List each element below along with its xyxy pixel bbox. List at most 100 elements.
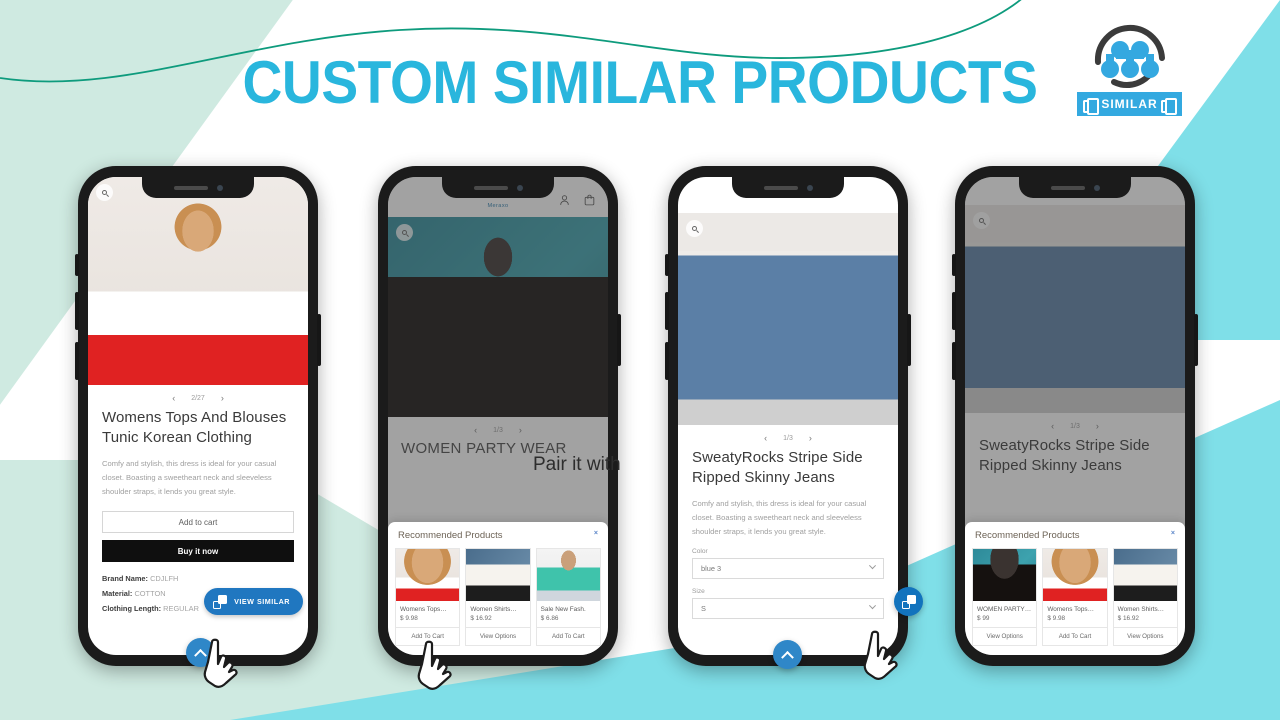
add-to-cart-button[interactable]: Add to cart xyxy=(102,511,294,534)
recommended-products-panel: Recommended Products × Womens Tops… $ 9.… xyxy=(388,522,608,655)
product-image[interactable] xyxy=(88,177,308,385)
size-select[interactable]: S xyxy=(692,598,884,620)
product-price: $ 16.92 xyxy=(470,615,492,622)
phone-power-button[interactable] xyxy=(907,314,911,366)
phone-mute-switch[interactable] xyxy=(665,254,669,276)
pager-next-arrow[interactable]: › xyxy=(221,393,224,403)
pager-prev-arrow[interactable]: ‹ xyxy=(474,425,477,435)
front-camera xyxy=(806,184,813,191)
app-logo: SIMILAR xyxy=(1077,18,1182,116)
product-action-button[interactable]: View Options xyxy=(973,627,1037,645)
product-action-button[interactable]: Add To Cart xyxy=(536,627,600,645)
phone-notch xyxy=(732,177,844,198)
pager-next-arrow[interactable]: › xyxy=(1096,421,1099,431)
pair-it-with-callout: Pair it with xyxy=(533,454,621,475)
product-thumbnail[interactable] xyxy=(973,549,1037,601)
product-image[interactable] xyxy=(965,205,1185,413)
meta-label: Material: xyxy=(102,589,133,599)
product-price: $ 9.98 xyxy=(400,615,418,622)
product-action-button[interactable]: View Options xyxy=(466,627,530,645)
recommended-grid: WOMEN PARTY… $ 99 View Options Womens To… xyxy=(972,548,1178,646)
product-action-button[interactable]: Add To Cart xyxy=(1043,627,1107,645)
pager-count: 1/3 xyxy=(783,434,793,442)
zoom-icon[interactable] xyxy=(96,184,113,201)
product-name: Womens Tops… xyxy=(1047,606,1094,613)
phone-notch xyxy=(142,177,254,198)
chevron-down-icon xyxy=(868,602,877,610)
recommended-card[interactable]: Women Shirts… $ 16.92 View Options xyxy=(1112,548,1178,646)
pager-prev-arrow[interactable]: ‹ xyxy=(172,393,175,403)
phone-2: Meraxo ‹ 1/3 › WOMEN PARTY WEAR Recommen… xyxy=(378,166,621,666)
similar-badge-label: SIMILAR xyxy=(1101,97,1158,111)
phone-power-button[interactable] xyxy=(617,314,621,366)
product-thumbnail[interactable] xyxy=(1113,549,1177,601)
phone-volume-up[interactable] xyxy=(952,292,956,330)
hand-cursor-2 xyxy=(417,640,452,690)
pager-prev-arrow[interactable]: ‹ xyxy=(764,433,767,443)
phone-1-screen: ‹ 2/27 › Womens Tops And Blouses Tunic K… xyxy=(88,177,308,655)
product-image[interactable] xyxy=(388,217,608,417)
recommended-card[interactable]: Women Shirts… $ 16.92 View Options xyxy=(465,548,531,646)
phone-power-button[interactable] xyxy=(1194,314,1198,366)
phone-1: ‹ 2/27 › Womens Tops And Blouses Tunic K… xyxy=(75,166,321,667)
pager-prev-arrow[interactable]: ‹ xyxy=(1051,421,1054,431)
scroll-up-fab[interactable] xyxy=(773,640,802,669)
zoom-icon[interactable] xyxy=(973,212,990,229)
phone-volume-up[interactable] xyxy=(665,292,669,330)
product-image[interactable] xyxy=(678,213,898,425)
product-action-button[interactable]: View Options xyxy=(1113,627,1177,645)
product-name: Womens Tops… xyxy=(400,606,447,613)
phone-volume-down[interactable] xyxy=(75,342,79,380)
front-camera xyxy=(216,184,223,191)
close-icon[interactable]: × xyxy=(594,530,598,537)
hand-cursor-3 xyxy=(863,630,898,680)
phone-2-screen: Meraxo ‹ 1/3 › WOMEN PARTY WEAR Recommen… xyxy=(388,177,608,655)
store-name: Meraxo xyxy=(487,203,509,209)
phone-notch xyxy=(442,177,554,198)
pager-next-arrow[interactable]: › xyxy=(809,433,812,443)
zoom-icon[interactable] xyxy=(686,220,703,237)
view-similar-label: VIEW SIMILAR xyxy=(234,597,290,606)
color-select[interactable]: blue 3 xyxy=(692,558,884,580)
chevron-up-icon xyxy=(781,650,794,664)
meta-label: Brand Name: xyxy=(102,574,148,584)
phone-volume-down[interactable] xyxy=(952,342,956,380)
product-title: Womens Tops And Blouses Tunic Korean Clo… xyxy=(102,409,287,446)
phone-mute-switch[interactable] xyxy=(75,254,79,276)
cart-icon[interactable] xyxy=(583,193,596,207)
product-thumbnail[interactable] xyxy=(466,549,530,601)
recommended-card[interactable]: Womens Tops… $ 9.98 Add To Cart xyxy=(1042,548,1108,646)
product-name: Women Shirts… xyxy=(470,606,517,613)
view-similar-fab[interactable] xyxy=(894,587,923,616)
close-icon[interactable]: × xyxy=(1171,530,1175,537)
meta-value: REGULAR xyxy=(163,604,199,614)
pager-next-arrow[interactable]: › xyxy=(519,425,522,435)
phone-mute-switch[interactable] xyxy=(952,254,956,276)
phone-3: ‹ 1/3 › SweatyRocks Stripe Side Ripped S… xyxy=(665,166,923,669)
product-thumbnail[interactable] xyxy=(1043,549,1107,601)
product-price: $ 16.92 xyxy=(1117,615,1139,622)
phone-power-button[interactable] xyxy=(317,314,321,366)
similar-left-icon xyxy=(1083,97,1100,115)
phone-volume-up[interactable] xyxy=(75,292,79,330)
recommended-card[interactable]: Womens Tops… $ 9.98 Add To Cart xyxy=(395,548,461,646)
product-thumbnail[interactable] xyxy=(536,549,600,601)
pager-count: 1/3 xyxy=(493,426,503,434)
pager-count: 1/3 xyxy=(1070,422,1080,430)
recommended-card[interactable]: WOMEN PARTY… $ 99 View Options xyxy=(972,548,1038,646)
product-description: Comfy and stylish, this dress is ideal f… xyxy=(692,498,867,536)
account-icon[interactable] xyxy=(558,193,571,207)
pager-count: 2/27 xyxy=(191,394,205,402)
view-similar-button[interactable]: VIEW SIMILAR xyxy=(204,588,303,615)
phone-volume-down[interactable] xyxy=(665,342,669,380)
size-label: Size xyxy=(692,588,705,596)
recommended-card[interactable]: Sale New Fash. $ 6.86 Add To Cart xyxy=(535,548,601,646)
image-pager: ‹ 1/3 › xyxy=(678,425,898,446)
zoom-icon[interactable] xyxy=(396,224,413,241)
recommended-header: Recommended Products × xyxy=(395,530,601,548)
buy-it-now-button[interactable]: Buy it now xyxy=(102,540,294,563)
recommended-header: Recommended Products × xyxy=(972,530,1178,548)
size-value: S xyxy=(701,604,706,614)
product-thumbnail[interactable] xyxy=(396,549,460,601)
front-camera xyxy=(516,184,523,191)
